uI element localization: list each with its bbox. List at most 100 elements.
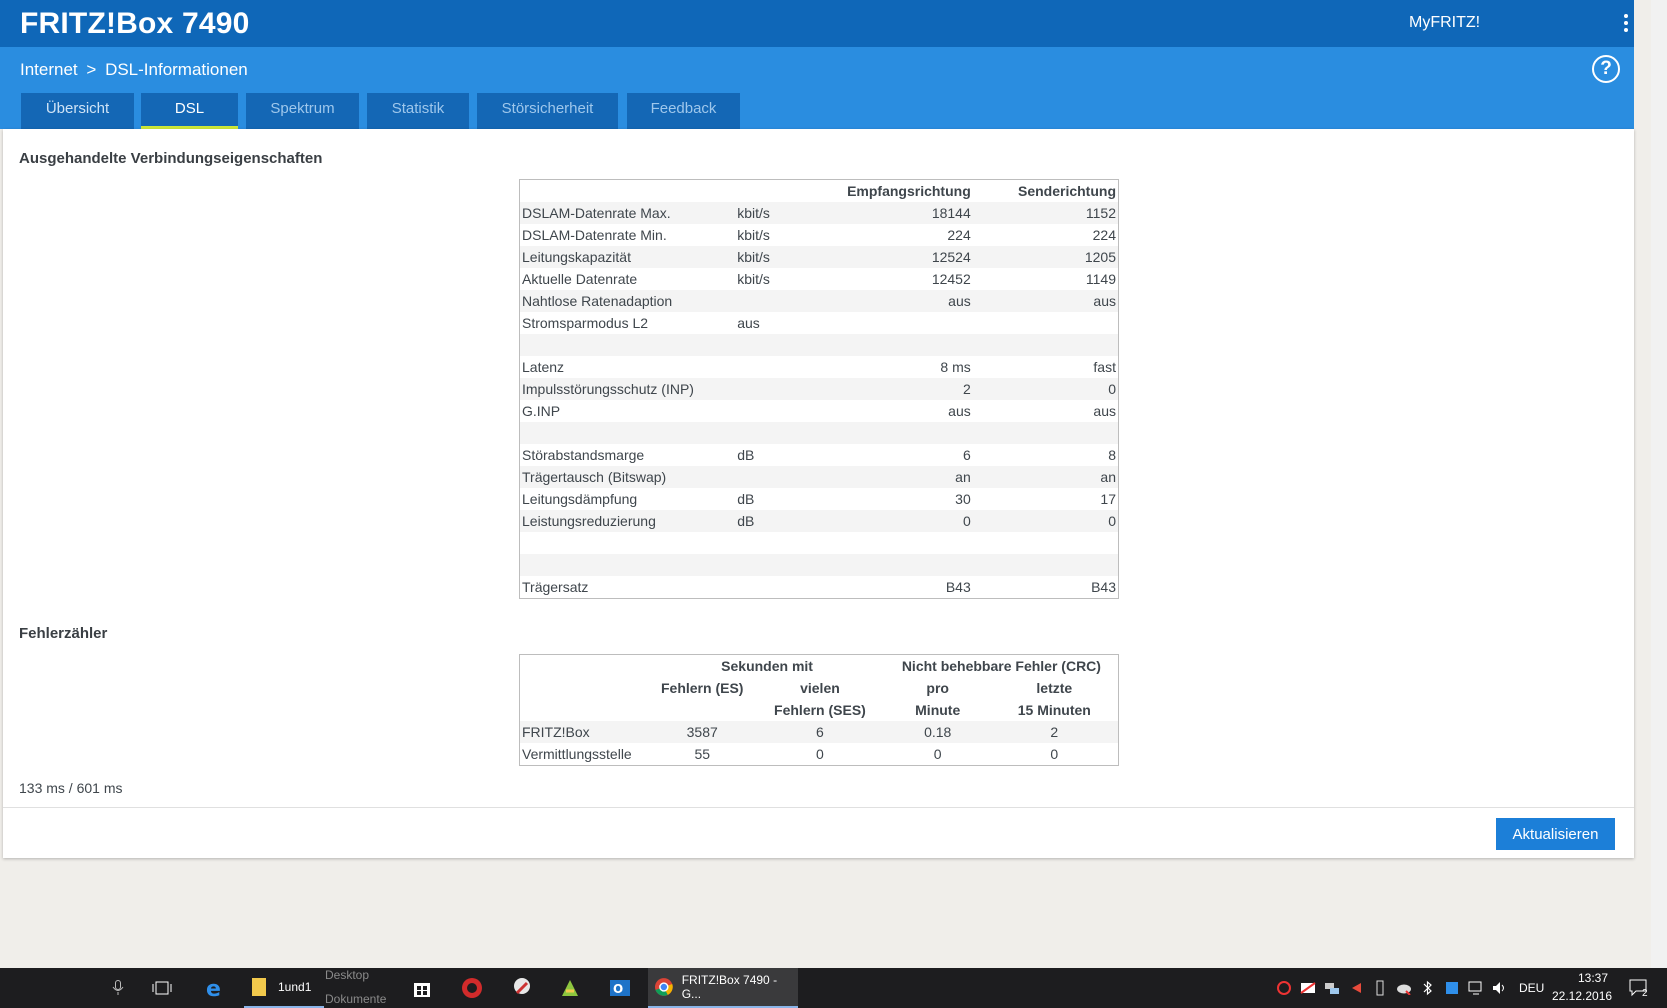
chrome-icon (654, 978, 673, 996)
page-scrollbar[interactable] (1651, 0, 1667, 968)
edge-browser-icon[interactable]: e (196, 968, 232, 1008)
explorer-label: 1und1 (278, 980, 312, 994)
more-menu-icon[interactable] (1622, 12, 1630, 36)
cell-es: 55 (694, 746, 711, 762)
refresh-button[interactable]: Aktualisieren (1496, 818, 1615, 850)
svg-text:O: O (613, 982, 623, 996)
content-panel: Ausgehandelte Verbindungseigenschaften E… (3, 129, 1634, 858)
taskbar-chrome[interactable]: FRITZ!Box 7490 - G... (648, 968, 798, 1008)
clock-date[interactable]: 22.12.2016 (1552, 989, 1612, 1003)
cell-label: Leitungsdämpfung (522, 491, 638, 507)
table-row: Latenz 8 ms fast (520, 356, 1119, 378)
table-row: Impulsstörungsschutz (INP) 2 0 (519, 378, 1119, 400)
cell-up: 8 (1108, 447, 1116, 463)
cell-label: DSLAM-Datenrate Max. (519, 202, 736, 224)
cell-unit: kbit/s (737, 227, 770, 243)
section-title-errors: Fehlerzähler (19, 625, 108, 642)
tray-security-icon[interactable] (1272, 968, 1296, 1008)
tab-spektrum[interactable]: Spektrum (246, 93, 359, 129)
cell-up: 1205 (972, 246, 1119, 268)
cell-down: 12524 (834, 246, 973, 268)
cell-unit (735, 356, 835, 378)
clock-time[interactable]: 13:37 (1568, 971, 1618, 985)
cell-unit (735, 334, 835, 356)
help-icon[interactable]: ? (1592, 55, 1620, 83)
cell-up: 0 (972, 510, 1119, 532)
cell-ses: 0 (816, 746, 824, 762)
tool-app-icon[interactable] (504, 968, 540, 1008)
tab-statistik[interactable]: Statistik (367, 93, 469, 129)
cell-up: aus (972, 290, 1119, 312)
tray-cloud-icon[interactable] (1392, 968, 1416, 1008)
cell-unit: dB (737, 491, 755, 507)
tray-bluetooth-icon[interactable] (1416, 968, 1440, 1008)
tray-app-icon[interactable] (1440, 968, 1464, 1008)
cell-up (972, 554, 1119, 576)
myfritz-link[interactable]: MyFRITZ! (1409, 14, 1480, 32)
load-timing: 133 ms / 601 ms (19, 780, 123, 796)
taskbar-explorer[interactable]: 1und1 (244, 968, 324, 1008)
chrome-label: FRITZ!Box 7490 - G... (681, 973, 778, 1001)
tab-stoersicherheit[interactable]: Störsicherheit (477, 93, 618, 129)
table-row (519, 422, 1119, 444)
outlook-icon[interactable]: O (602, 968, 638, 1008)
tab-dsl[interactable]: DSL (141, 93, 238, 129)
security-app-icon[interactable] (454, 968, 490, 1008)
cell-up (972, 334, 1119, 356)
col-es: Fehlern (ES) (660, 680, 744, 696)
col-l15-line1: letzte (1036, 680, 1073, 696)
cell-down: 6 (962, 447, 971, 463)
notification-center-icon[interactable]: 2 (1622, 968, 1656, 1008)
cell-down: 30 (955, 491, 971, 507)
cell-label: Latenz (522, 359, 565, 375)
cell-unit (735, 378, 835, 400)
cell-label (519, 554, 736, 576)
cell-label: DSLAM-Datenrate Min. (522, 227, 667, 243)
tray-network-icon[interactable] (1464, 968, 1488, 1008)
table-row: Stromsparmodus L2 aus (520, 312, 1119, 334)
cell-down: 18144 (834, 202, 973, 224)
documents-folder-label: Dokumente (325, 992, 387, 1006)
tab-feedback[interactable]: Feedback (627, 93, 740, 129)
cell-down: 224 (947, 227, 971, 243)
microphone-icon[interactable] (100, 968, 136, 1008)
table-row: Nahtlose Ratenadaption aus aus (519, 290, 1119, 312)
breadcrumb-root[interactable]: Internet (20, 60, 78, 79)
tray-network-drive-icon[interactable] (1320, 968, 1344, 1008)
tray-volume-icon[interactable] (1488, 968, 1512, 1008)
cell-down: 8 ms (940, 359, 971, 375)
cell-up: aus (1093, 403, 1116, 419)
cell-label: Aktuelle Datenrate (522, 271, 638, 287)
group-seconds: Sekunden mit (721, 658, 813, 674)
cell-up: an (972, 466, 1119, 488)
language-indicator[interactable]: DEU (1519, 981, 1544, 995)
tool2-app-icon[interactable] (552, 968, 588, 1008)
cell-up: 1152 (972, 202, 1119, 224)
store-icon[interactable] (404, 968, 440, 1008)
tray-usb-icon[interactable] (1368, 968, 1392, 1008)
cell-up: 1149 (1085, 271, 1116, 287)
cell-up: B43 (1091, 579, 1116, 595)
tray-flag-icon[interactable] (1344, 968, 1368, 1008)
cell-label (519, 422, 736, 444)
cell-up: 224 (1092, 227, 1116, 243)
table-row (519, 554, 1119, 576)
header-up: Senderichtung (1017, 183, 1116, 199)
breadcrumb: Internet > DSL-Informationen (20, 60, 248, 80)
cell-down: aus (834, 290, 973, 312)
tab-uebersicht[interactable]: Übersicht (21, 93, 134, 129)
cell-label: Nahtlose Ratenadaption (519, 290, 736, 312)
cell-down: aus (948, 403, 971, 419)
cell-unit (735, 422, 835, 444)
table-row: Trägersatz B43 B43 (520, 576, 1119, 599)
cell-down (835, 532, 973, 554)
cell-down (835, 312, 973, 334)
cell-l15: 2 (990, 721, 1119, 743)
top-header: FRITZ!Box 7490 MyFRITZ! (0, 0, 1634, 47)
header-down: Empfangsrichtung (847, 183, 971, 199)
tray-mail-icon[interactable] (1296, 968, 1320, 1008)
table-row: DSLAM-Datenrate Max. kbit/s 18144 1152 (519, 202, 1119, 224)
task-view-icon[interactable] (144, 968, 180, 1008)
cell-label: Störabstandsmarge (522, 447, 645, 463)
cell-unit (735, 466, 835, 488)
